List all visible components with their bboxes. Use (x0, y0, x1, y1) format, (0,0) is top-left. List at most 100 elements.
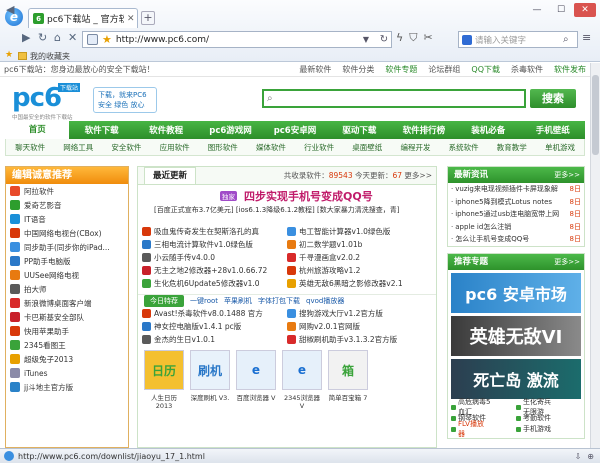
subnav-item[interactable]: 行业软件 (295, 142, 343, 153)
subnav-item[interactable]: 应用软件 (151, 142, 199, 153)
list-item[interactable]: 搜狗游戏大厅v1.2官方版 (287, 308, 432, 319)
nav-item[interactable]: 软件教程 (134, 124, 198, 136)
recommend-item[interactable]: 阿拉软件 (6, 184, 128, 198)
news-item[interactable]: · iphone5降到模式Lotus notes 8日 (448, 196, 584, 209)
recommend-item[interactable]: 中国网络电视台(CBox) (6, 226, 128, 240)
list-item[interactable]: 生化危机6Update5修改器v1.0 (142, 278, 287, 289)
promo-link[interactable]: FLV播放器 (451, 420, 516, 438)
recommend-item[interactable]: 爱奇艺影音 (6, 198, 128, 212)
promo-link[interactable]: 考勤软件 (516, 413, 581, 424)
list-item[interactable]: 电工智能计算器v1.0绿色版 (287, 226, 432, 237)
top-link[interactable]: QQ下载 (471, 64, 500, 75)
subnav-item[interactable]: 编程开发 (391, 142, 439, 153)
recommend-item[interactable]: UUSee网络电视 (6, 268, 128, 282)
reload-icon[interactable]: ↻ (38, 31, 47, 44)
vertical-scrollbar[interactable] (590, 63, 600, 448)
feature-links[interactable]: [百度正式宣布3.7亿美元] [ios6.1.3降级6.1.2教程] [数大家暴… (154, 205, 399, 215)
browser-tab[interactable]: 6 pc6下载站 _ 官方软件 ✕ (28, 8, 138, 28)
maximize-icon[interactable]: ☐ (550, 3, 572, 17)
news-item[interactable]: · 怎么让手机号变成QQ号 8日 (448, 233, 584, 246)
nav-item[interactable]: 软件排行榜 (392, 124, 456, 136)
app-tile[interactable]: e 2345浏览器 V (282, 350, 322, 410)
list-item[interactable]: 小云随手传v4.0.0 (142, 252, 287, 263)
nav-item[interactable]: 装机必备 (456, 124, 520, 136)
recommend-item[interactable]: IT语音 (6, 212, 128, 226)
news-item[interactable]: · apple id怎么注销 8日 (448, 221, 584, 234)
subnav-item[interactable]: 桌面壁纸 (343, 142, 391, 153)
recommend-item[interactable]: 卡巴斯基安全部队 (6, 310, 128, 324)
more-link[interactable]: 更多>> (404, 171, 432, 180)
subnav-item[interactable]: 系统软件 (440, 142, 488, 153)
back-icon[interactable]: ◀ (6, 3, 14, 16)
close-tab-icon[interactable]: ✕ (127, 14, 137, 24)
subnav-item[interactable]: 媒体软件 (247, 142, 295, 153)
list-item[interactable]: 神女控电脑版v1.4.1 pc版 (142, 321, 287, 332)
lightning-icon[interactable]: ϟ (396, 31, 403, 45)
top-link[interactable]: 论坛群组 (428, 64, 460, 75)
top-link[interactable]: 软件分类 (342, 64, 374, 75)
nav-item[interactable]: 手机壁纸 (521, 124, 585, 136)
menu-icon[interactable]: ≡ (582, 31, 591, 44)
top-link[interactable]: 杀毒软件 (511, 64, 543, 75)
recommend-item[interactable]: 同步助手(同步你的iPad... (6, 240, 128, 254)
promo-link[interactable]: 高危病毒5血汇 (451, 398, 516, 416)
promo-more[interactable]: 更多>> (554, 254, 584, 270)
banner-heroes[interactable]: 英雄无敌VI (451, 315, 581, 356)
top-link[interactable]: 软件发布 (554, 64, 586, 75)
home-icon[interactable]: ⌂ (54, 31, 61, 44)
download-icon[interactable]: ⇩ (575, 452, 582, 461)
zoom-icon[interactable]: ⊕ (587, 452, 594, 461)
recommend-item[interactable]: jj斗地主官方版 (6, 380, 128, 394)
recommend-item[interactable]: PP助手电脑版 (6, 254, 128, 268)
recommend-item[interactable]: 超级兔子2013 (6, 352, 128, 366)
banner-dead-island[interactable]: 死亡岛 激流 (451, 358, 581, 399)
shield-icon[interactable]: ⛉ (409, 31, 417, 45)
tab-item[interactable]: 字体打包下载 (258, 296, 300, 306)
new-tab-button[interactable]: + (141, 11, 155, 25)
search-engine-icon[interactable] (462, 34, 472, 45)
list-item[interactable]: 甜椒刷机助手v3.1.3.2官方版 (287, 334, 432, 345)
subnav-item[interactable]: 网络工具 (54, 142, 102, 153)
site-search-input[interactable]: ⌕ (262, 89, 526, 108)
tab-today[interactable]: 今日特荐 (144, 295, 184, 307)
list-item[interactable]: 无主之地2修改器+28v1.0.66.72 (142, 265, 287, 276)
recommend-item[interactable]: 2345看图王 (6, 338, 128, 352)
promo-link[interactable]: 生化寄兵无限游 (516, 398, 581, 416)
top-link[interactable]: 最新软件 (299, 64, 331, 75)
list-item[interactable]: 三相电流计算软件v1.0绿色版 (142, 239, 287, 250)
browser-search-box[interactable]: 请输入关键字 ⌕ (458, 31, 578, 48)
list-item[interactable]: 金杰的生日v1.0.1 (142, 334, 287, 345)
feature-title[interactable]: 四步实现手机号变成QQ号 (244, 188, 373, 204)
refresh-icon[interactable]: ↻ (377, 34, 391, 45)
nav-item[interactable]: 软件下载 (69, 124, 133, 136)
top-link[interactable]: 软件专题 (385, 64, 417, 75)
recommend-item[interactable]: iTunes (6, 366, 128, 380)
app-tile[interactable]: 箱简单百宝箱 7 (328, 350, 368, 410)
subnav-item[interactable]: 安全软件 (102, 142, 150, 153)
forward-icon[interactable]: ▶ (22, 31, 30, 44)
subnav-item[interactable]: 教育教学 (488, 142, 536, 153)
news-item[interactable]: · vuzig来电现视频插件卡屏现象解 8日 (448, 183, 584, 196)
tab-item[interactable]: qvod播放器 (306, 296, 344, 306)
app-tile[interactable]: e 百度浏览器 V (236, 350, 276, 410)
subnav-item[interactable]: 图形软件 (199, 142, 247, 153)
list-item[interactable]: 千寻漫画盒v2.0.2 (287, 252, 432, 263)
favorites-bar[interactable]: 我的收藏夹 (0, 50, 70, 62)
nav-item-home[interactable]: 首页 (5, 121, 70, 139)
banner-android-market[interactable]: pc6 安卓市场 (451, 272, 581, 313)
app-tile[interactable]: 刷机 深度刷机 V3. (190, 350, 230, 410)
app-tile[interactable]: 日历 人生日历2013 (144, 350, 184, 410)
search-icon[interactable]: ⌕ (563, 34, 577, 45)
list-item[interactable]: 初二数学题v1.01b (287, 239, 432, 250)
recommend-item[interactable]: 新浪微博桌面客户端 (6, 296, 128, 310)
scrollbar-thumb[interactable] (592, 75, 599, 155)
subnav-item[interactable]: 单机游戏 (536, 142, 584, 153)
site-logo[interactable]: pc6 (12, 85, 62, 111)
minimize-icon[interactable]: — (526, 3, 548, 17)
tab-item[interactable]: 一键root (190, 296, 218, 306)
list-item[interactable]: 吸血鬼传奇发生在契斯洛孔的真 (142, 226, 287, 237)
list-item[interactable]: 英雄无敌6黑暗之影修改器v2.1 (287, 278, 432, 289)
news-more[interactable]: 更多>> (554, 167, 584, 183)
nav-item[interactable]: 驱动下载 (327, 124, 391, 136)
subnav-item[interactable]: 聊天软件 (6, 142, 54, 153)
